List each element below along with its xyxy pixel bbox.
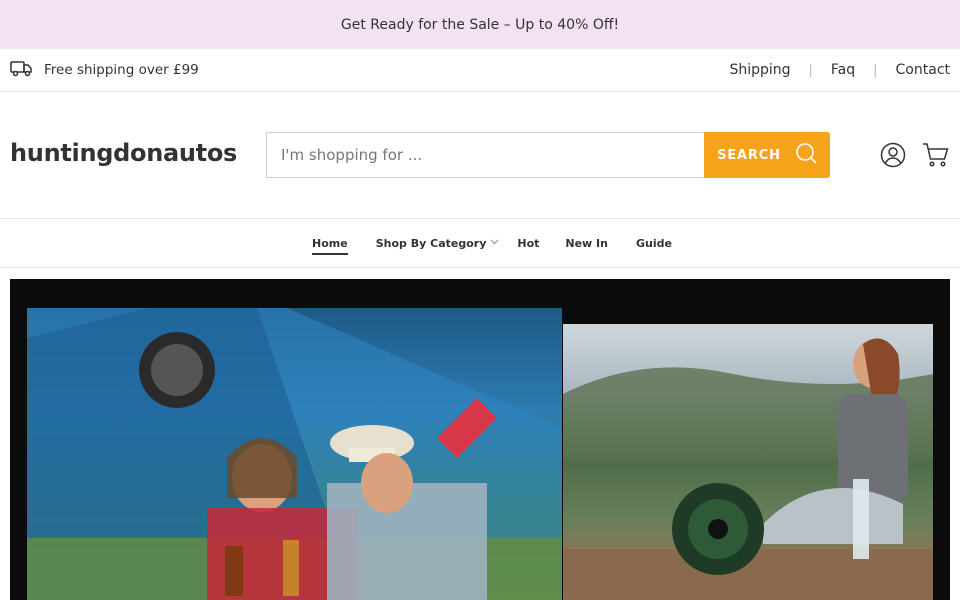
user-icon[interactable] <box>880 142 906 168</box>
nav-item-label: New In <box>565 236 608 250</box>
cart-icon[interactable] <box>922 142 949 168</box>
announcement-text: Get Ready for the Sale – Up to 40% Off! <box>340 16 620 33</box>
search-bar: SEARCH <box>266 132 830 178</box>
nav-item-hot[interactable]: Hot <box>517 237 539 250</box>
link-separator: | <box>873 62 878 78</box>
nav-item-shop-by-category[interactable]: Shop By Category <box>376 237 500 250</box>
woman-sitting-with-fan-image <box>563 324 933 600</box>
nav-item-home[interactable]: Home <box>312 232 348 255</box>
faq-link[interactable]: Faq <box>831 62 855 78</box>
nav-item-label: Shop By Category <box>375 236 487 250</box>
nav-item-label: Home <box>312 237 348 255</box>
free-shipping-notice: Free shipping over £99 <box>10 59 199 81</box>
shipping-link[interactable]: Shipping <box>729 62 790 78</box>
search-icon <box>795 142 817 168</box>
search-button[interactable]: SEARCH <box>704 132 830 178</box>
top-links: Shipping | Faq | Contact <box>729 62 950 78</box>
free-shipping-text: Free shipping over £99 <box>44 62 199 78</box>
site-header: huntingdonautos SEARCH <box>0 92 960 219</box>
camping-couple-with-fan-image <box>27 308 562 600</box>
truck-icon <box>10 59 34 81</box>
nav-item-label: Guide <box>635 236 672 250</box>
site-logo[interactable]: huntingdonautos <box>10 139 237 167</box>
nav-item-guide[interactable]: Guide <box>636 237 672 250</box>
top-bar: Free shipping over £99 Shipping | Faq | … <box>0 49 960 92</box>
main-navigation: Home Shop By Category Hot New In Guide <box>0 219 960 268</box>
link-separator: | <box>808 62 813 78</box>
nav-item-label: Hot <box>517 236 540 250</box>
contact-link[interactable]: Contact <box>896 62 950 78</box>
search-button-label: SEARCH <box>717 147 781 163</box>
announcement-bar: Get Ready for the Sale – Up to 40% Off! <box>0 0 960 49</box>
hero-banner[interactable] <box>10 279 950 600</box>
chevron-down-icon <box>490 238 499 248</box>
nav-item-new-in[interactable]: New In <box>565 237 608 250</box>
search-input[interactable] <box>266 132 704 178</box>
